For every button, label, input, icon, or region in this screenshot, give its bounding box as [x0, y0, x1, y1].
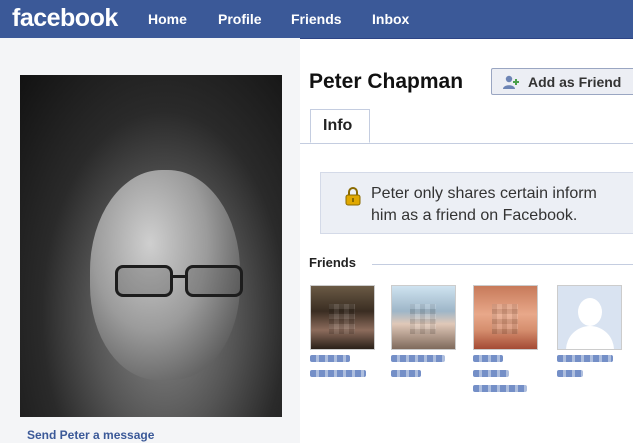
friend-card[interactable]	[473, 285, 538, 415]
profile-photo[interactable]	[20, 75, 282, 417]
blurred-text	[473, 355, 503, 362]
privacy-notice: Peter only shares certain inform him as …	[320, 172, 633, 234]
nav-home[interactable]: Home	[148, 11, 187, 27]
friends-section-heading: Friends	[309, 255, 356, 270]
friends-divider	[372, 264, 633, 265]
profile-photo-glasses	[115, 265, 245, 297]
send-message-link[interactable]: Send Peter a message	[27, 428, 154, 442]
nav-profile[interactable]: Profile	[218, 11, 262, 27]
friend-card[interactable]	[310, 285, 375, 415]
friend-thumbnail[interactable]	[473, 285, 538, 350]
facebook-logo[interactable]: facebook	[12, 4, 118, 33]
friend-name-blurred[interactable]	[557, 355, 627, 395]
pixelated-face	[410, 304, 436, 334]
pixelated-face	[329, 304, 355, 334]
blurred-text	[557, 370, 583, 377]
add-friend-icon	[503, 75, 519, 89]
glasses-lens-left	[115, 265, 173, 297]
profile-name: Peter Chapman	[309, 70, 464, 93]
tab-info[interactable]: Info	[310, 109, 370, 143]
blurred-text	[310, 355, 350, 362]
blurred-text	[473, 385, 527, 392]
glasses-lens-right	[185, 265, 243, 297]
friend-thumbnail[interactable]	[310, 285, 375, 350]
add-as-friend-label: Add as Friend	[528, 74, 622, 90]
privacy-notice-line-1: Peter only shares certain inform	[371, 185, 597, 202]
privacy-notice-line-2: him as a friend on Facebook.	[371, 207, 578, 224]
blurred-text	[473, 370, 509, 377]
silhouette-head	[578, 298, 602, 326]
default-profile-silhouette-icon[interactable]	[557, 285, 622, 350]
blurred-text	[557, 355, 613, 362]
friend-card[interactable]	[557, 285, 622, 415]
profile-tabs: Info	[300, 109, 633, 144]
blurred-text	[391, 370, 421, 377]
blurred-text	[391, 355, 445, 362]
friend-name-blurred[interactable]	[391, 355, 461, 395]
lock-icon	[345, 187, 361, 206]
tab-info-label: Info	[323, 117, 353, 134]
blurred-text	[310, 370, 366, 377]
friend-thumbnail[interactable]	[391, 285, 456, 350]
silhouette-body	[566, 326, 614, 349]
nav-inbox[interactable]: Inbox	[372, 11, 409, 27]
friend-card[interactable]	[391, 285, 456, 415]
friend-name-blurred[interactable]	[310, 355, 380, 395]
nav-friends[interactable]: Friends	[291, 11, 342, 27]
add-as-friend-button[interactable]: Add as Friend	[491, 68, 633, 95]
pixelated-face	[492, 304, 518, 334]
friend-name-blurred[interactable]	[473, 355, 543, 395]
top-navigation-bar: facebook Home Profile Friends Inbox	[0, 0, 633, 39]
